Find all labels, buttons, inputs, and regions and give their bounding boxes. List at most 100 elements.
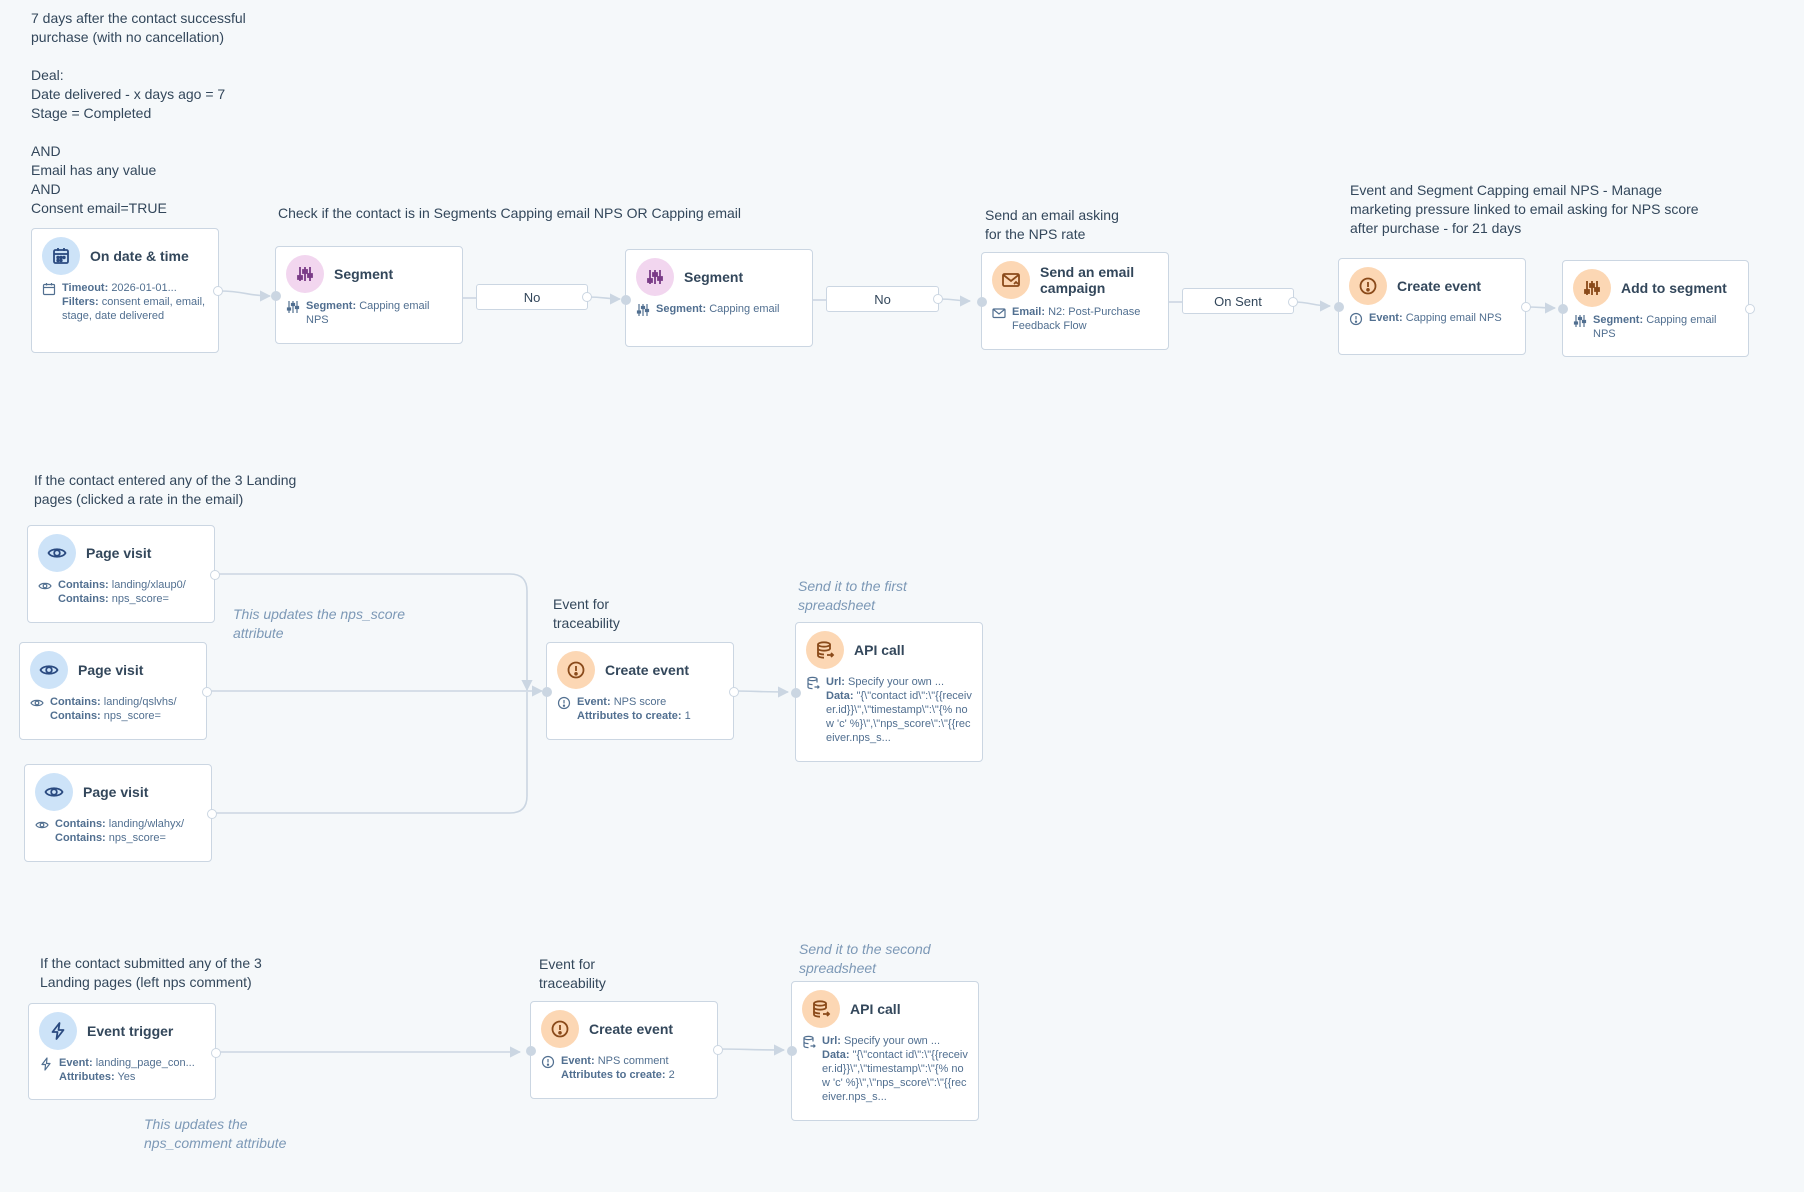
segment-label: Segment: <box>306 300 357 312</box>
sliders-icon <box>636 258 674 296</box>
output-port[interactable] <box>1521 302 1531 312</box>
alert-icon <box>1349 267 1387 305</box>
contains-value: nps_score= <box>108 832 166 844</box>
page-visit-node-2[interactable]: Page visit Contains: landing/qslvhs/ Con… <box>19 642 212 740</box>
node-title: Create event <box>605 662 690 678</box>
branch-label-no-1[interactable]: No <box>476 284 588 310</box>
node-title: Add to segment <box>1621 280 1727 296</box>
branch-no-2-output-port[interactable] <box>933 294 943 304</box>
send-email-campaign-node[interactable]: Send an email campaign Email: N2: Post-P… <box>977 252 1169 350</box>
branch-label-no-2[interactable]: No <box>826 286 939 312</box>
eye-icon <box>30 651 68 689</box>
note-submitted-pages: If the contact submitted any of the 3 La… <box>40 955 262 990</box>
create-event-node-nps-score[interactable]: Create event Event: NPS score Attributes… <box>542 642 739 740</box>
output-port[interactable] <box>207 809 217 819</box>
segment-node-1[interactable]: Segment Segment: Capping email NPS <box>271 246 463 344</box>
contains-label: Contains: <box>58 593 109 605</box>
node-title: Page visit <box>78 662 144 678</box>
note-first-spreadsheet: Send it to the first spreadsheet <box>798 578 907 613</box>
mail-icon <box>992 261 1030 299</box>
segment-node-2[interactable]: Segment Segment: Capping email <box>621 249 813 347</box>
node-title: Page visit <box>86 545 152 561</box>
node-title: Event trigger <box>87 1023 174 1039</box>
alert-icon <box>541 1010 579 1048</box>
attributes-value: 2 <box>668 1069 675 1081</box>
contains-label: Contains: <box>55 818 106 830</box>
node-title: Create event <box>589 1021 674 1037</box>
api-call-node-1[interactable]: API call Url: Specify your own ... Data:… <box>791 622 983 762</box>
wire-no1-to-segment2 <box>587 293 622 305</box>
page-visit-node-3[interactable]: Page visit Contains: landing/wlahyx/ Con… <box>24 764 217 862</box>
contains-value: nps_score= <box>103 710 161 722</box>
input-port[interactable] <box>271 291 281 301</box>
node-title: Create event <box>1397 278 1482 294</box>
add-to-segment-node[interactable]: Add to segment Segment: Capping email NP… <box>1558 260 1755 357</box>
input-port[interactable] <box>526 1046 536 1056</box>
contains-value: landing/qslvhs/ <box>103 696 177 708</box>
note-updates-score: This updates the nps_score attribute <box>233 606 405 641</box>
attributes-label: Attributes to create: <box>577 710 682 722</box>
sliders-small-icon <box>1573 314 1587 328</box>
output-port[interactable] <box>210 570 220 580</box>
event-label: Event: <box>1369 312 1403 324</box>
input-port[interactable] <box>542 687 552 697</box>
on-date-time-trigger-node[interactable]: On date & time Timeout: 2026-01-01... Fi… <box>31 228 223 353</box>
input-port[interactable] <box>787 1046 797 1056</box>
database-icon <box>802 990 840 1028</box>
output-port[interactable] <box>202 687 212 697</box>
database-small-icon <box>806 676 820 690</box>
eye-small-icon <box>35 818 49 832</box>
contains-label: Contains: <box>50 710 101 722</box>
segment-label: Segment: <box>1593 314 1644 326</box>
input-port[interactable] <box>1558 304 1568 314</box>
input-port[interactable] <box>621 295 631 305</box>
input-port[interactable] <box>791 688 801 698</box>
branch-on-sent-output-port[interactable] <box>1288 297 1298 307</box>
alert-icon <box>557 651 595 689</box>
output-port[interactable] <box>1745 304 1755 314</box>
note-second-spreadsheet: Send it to the second spreadsheet <box>799 941 931 976</box>
output-port[interactable] <box>729 687 739 697</box>
eye-icon <box>38 534 76 572</box>
output-port[interactable] <box>211 1048 221 1058</box>
node-title: Page visit <box>83 784 149 800</box>
contains-label: Contains: <box>58 579 109 591</box>
input-port[interactable] <box>1334 302 1344 312</box>
contains-label: Contains: <box>55 832 106 844</box>
url-value: Specify your own ... <box>848 676 945 688</box>
output-port[interactable] <box>713 1045 723 1055</box>
alert-small-icon <box>557 696 571 710</box>
data-label: Data: <box>826 690 854 702</box>
timeout-value: 2026-01-01... <box>111 282 177 294</box>
create-event-node-capping[interactable]: Create event Event: Capping email NPS <box>1334 258 1531 355</box>
output-port[interactable] <box>213 286 223 296</box>
note-send-email: Send an email asking for the NPS rate <box>985 207 1119 242</box>
attributes-label: Attributes to create: <box>561 1069 666 1081</box>
branch-label-on-sent[interactable]: On Sent <box>1182 288 1294 314</box>
page-visit-node-1[interactable]: Page visit Contains: landing/xlaup0/ Con… <box>27 525 220 623</box>
branch-no-1-output-port[interactable] <box>582 292 592 302</box>
wire-event2-to-api2 <box>716 1044 786 1056</box>
wire-event-to-api1 <box>732 686 790 698</box>
sliders-small-icon <box>286 300 300 314</box>
attributes-value: 1 <box>684 710 691 722</box>
wire-onsent-to-event <box>1293 300 1332 312</box>
alert-small-icon <box>1349 312 1363 326</box>
node-title: Segment <box>334 266 394 282</box>
node-title: Send an email campaign <box>1040 264 1135 296</box>
contains-value: landing/xlaup0/ <box>111 579 186 591</box>
segment-label: Segment: <box>656 303 707 315</box>
event-trigger-node[interactable]: Event trigger Event: landing_page_con...… <box>28 1003 221 1100</box>
database-icon <box>806 631 844 669</box>
calendar-icon <box>42 237 80 275</box>
input-port[interactable] <box>977 297 987 307</box>
attributes-label: Attributes: <box>59 1071 115 1083</box>
api-call-node-2[interactable]: API call Url: Specify your own ... Data:… <box>787 981 979 1121</box>
create-event-node-nps-comment[interactable]: Create event Event: NPS comment Attribut… <box>526 1001 723 1099</box>
contains-label: Contains: <box>50 696 101 708</box>
node-title: API call <box>850 1001 901 1017</box>
note-event-traceability-1: Event for traceability <box>553 596 620 631</box>
eye-icon <box>35 773 73 811</box>
lightning-icon <box>39 1012 77 1050</box>
timeout-label: Timeout: <box>62 282 109 294</box>
